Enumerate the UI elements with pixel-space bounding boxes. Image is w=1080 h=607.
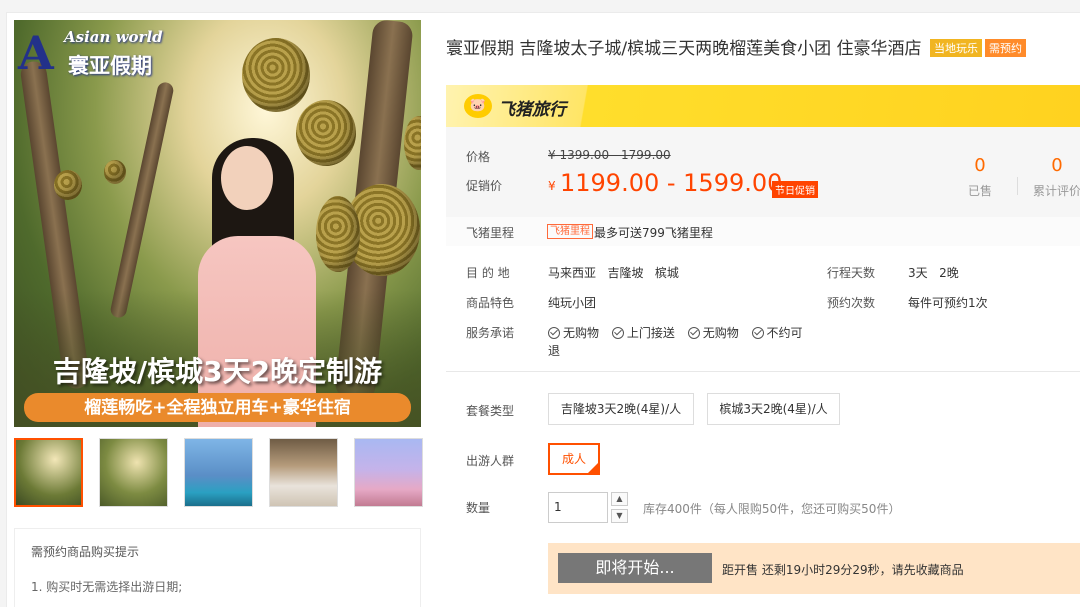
mileage-text: 最多可送799飞猪里程 bbox=[594, 226, 713, 240]
thumbnail-5[interactable] bbox=[354, 438, 423, 507]
banner-subtitle: 榴莲畅吃+全程独立用车+豪华住宿 bbox=[24, 393, 411, 422]
mileage-label: 飞猪里程 bbox=[466, 226, 515, 240]
booking-label: 预约次数 bbox=[827, 296, 876, 310]
brand-logo: A Asian world 寰亚假期 bbox=[18, 26, 163, 80]
tag-local-fun: 当地玩乐 bbox=[929, 39, 982, 57]
notice-line: 1. 购买时无需选择出游日期; bbox=[31, 580, 183, 594]
banner-title: 吉隆坡/槟城3天2晚定制游 bbox=[52, 355, 383, 388]
booking-value: 每件可预约1次 bbox=[908, 296, 988, 310]
sale-currency: ¥ bbox=[548, 179, 556, 193]
quantity-increase-button[interactable]: ▲ bbox=[611, 492, 628, 506]
thumbnail-2[interactable] bbox=[99, 438, 168, 507]
package-option-penang[interactable]: 槟城3天2晚(4星)/人 bbox=[707, 393, 840, 425]
sale-price-label: 促销价 bbox=[466, 179, 503, 193]
booking-notice: 需预约商品购买提示 1. 购买时无需选择出游日期; bbox=[14, 528, 421, 607]
buy-bar: 即将开始... 距开售 还剩19小时29分29秒，请先收藏商品 bbox=[548, 543, 1080, 594]
product-title: 寰亚假期 吉隆坡太子城/槟城三天两晚榴莲美食小团 住豪华酒店 当地玩乐 需预约 bbox=[446, 34, 1026, 59]
destination-label: 目 的 地 bbox=[466, 266, 510, 280]
coming-soon-button[interactable]: 即将开始... bbox=[558, 553, 712, 583]
sold-count: 0 已售 bbox=[967, 155, 992, 198]
tag-reservation: 需预约 bbox=[984, 39, 1026, 57]
main-product-image[interactable]: A Asian world 寰亚假期 吉隆坡/槟城3天2晚定制游 榴莲畅吃+全程… bbox=[14, 20, 421, 427]
stock-info: 库存400件（每人限购50件，您还可购买50件） bbox=[643, 502, 901, 516]
feature-value: 纯玩小团 bbox=[548, 296, 597, 310]
notice-heading: 需预约商品购买提示 bbox=[31, 545, 140, 559]
check-icon bbox=[751, 327, 764, 339]
quantity-decrease-button[interactable]: ▼ bbox=[611, 509, 628, 523]
check-icon bbox=[611, 327, 624, 339]
festival-promo-badge: 节日促销 bbox=[772, 181, 818, 198]
mileage-row: 飞猪里程 飞猪里程 最多可送799飞猪里程 bbox=[446, 217, 1080, 246]
check-icon bbox=[548, 327, 560, 339]
days-value: 3天 2晚 bbox=[908, 266, 959, 280]
original-price: ¥ 1399.00 - 1799.00 bbox=[548, 148, 671, 162]
thumbnail-3[interactable] bbox=[184, 438, 253, 507]
check-icon bbox=[687, 327, 700, 339]
review-count[interactable]: 0 累计评价 bbox=[1027, 155, 1080, 199]
section-divider bbox=[446, 371, 1080, 372]
package-label: 套餐类型 bbox=[466, 404, 515, 418]
thumbnail-strip bbox=[14, 438, 434, 508]
sale-countdown: 距开售 还剩19小时29分29秒，请先收藏商品 bbox=[722, 563, 964, 577]
price-box: 价格 ¥ 1399.00 - 1799.00 促销价 ¥ 1199.00 - 1… bbox=[446, 127, 1080, 217]
service-promises: 无购物 上门接送 无购物 不约可退 bbox=[548, 326, 803, 358]
product-title-text: 寰亚假期 吉隆坡太子城/槟城三天两晚榴莲美食小团 住豪华酒店 bbox=[446, 39, 922, 59]
platform-bar: 🐷 飞猪旅行 bbox=[446, 85, 1080, 127]
feature-label: 商品特色 bbox=[466, 296, 515, 310]
mileage-tag: 飞猪里程 bbox=[547, 224, 593, 239]
quantity-input[interactable]: 1 bbox=[548, 492, 608, 523]
pig-icon: 🐷 bbox=[464, 94, 492, 118]
promise-label: 服务承诺 bbox=[466, 326, 515, 340]
days-label: 行程天数 bbox=[827, 266, 876, 280]
travelers-label: 出游人群 bbox=[466, 454, 515, 468]
traveler-option-adult[interactable]: 成人 bbox=[548, 443, 600, 475]
thumbnail-4[interactable] bbox=[269, 438, 338, 507]
sale-price: 1199.00 - 1599.00 bbox=[560, 169, 783, 197]
quantity-label: 数量 bbox=[466, 501, 491, 515]
price-label: 价格 bbox=[466, 150, 491, 164]
package-option-kl[interactable]: 吉隆坡3天2晚(4星)/人 bbox=[548, 393, 694, 425]
thumbnail-1[interactable] bbox=[14, 438, 83, 507]
destination-value: 马来西亚 吉隆坡 槟城 bbox=[548, 266, 679, 280]
platform-name: 飞猪旅行 bbox=[498, 100, 566, 120]
